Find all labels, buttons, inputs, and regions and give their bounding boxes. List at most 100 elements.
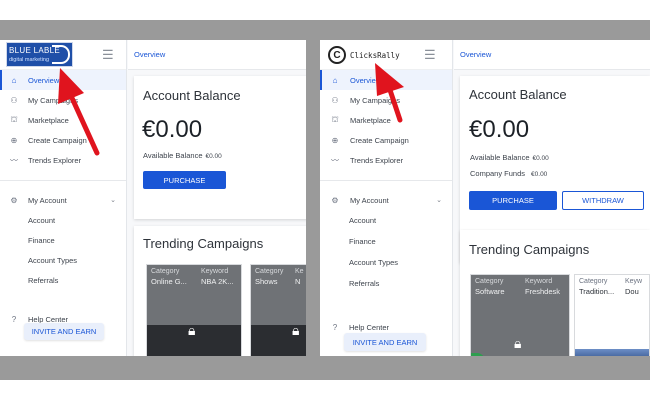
logo-mark-icon: [52, 45, 70, 64]
campaign-header: Category Keyw: [575, 275, 649, 285]
sidebar-item-my-account[interactable]: ⚙ My Account ⌄: [320, 190, 452, 210]
campaign-card[interactable]: Category Keyword Online G... NBA 2K... 🔒︎: [146, 264, 242, 356]
balance-amount: €0.00: [142, 116, 203, 143]
category-header: Category: [151, 268, 180, 275]
sidebar-subitem-account[interactable]: Account: [320, 210, 452, 231]
gear-icon: ⚙: [10, 195, 18, 205]
sidebar-item-label: Trends Explorer: [28, 155, 82, 165]
keyword-value: Freshdesk: [525, 287, 561, 296]
campaign-image: [575, 349, 649, 356]
sidebar-subitem-account[interactable]: Account: [0, 210, 126, 230]
card-title: Account Balance: [469, 87, 567, 102]
breadcrumb[interactable]: Overview: [454, 40, 650, 70]
sidebar-item-label: My Account: [350, 195, 389, 205]
card-title: Trending Campaigns: [469, 242, 590, 257]
breadcrumb[interactable]: Overview: [128, 40, 306, 70]
main-content: Overview Account Balance €0.00 Available…: [128, 40, 306, 356]
campaign-values: Online G... NBA 2K...: [147, 275, 241, 288]
trending-campaigns-card: Trending Campaigns Category Keyword Onlin…: [134, 226, 306, 356]
card-title: Trending Campaigns: [143, 236, 264, 251]
lock-icon: 🔒︎: [188, 322, 196, 338]
logo-mark-icon: C: [328, 46, 346, 64]
logo-bar: C ClicksRally ☰: [320, 40, 452, 70]
balance-amount: €0.00: [469, 116, 530, 143]
sidebar-subitem-referrals[interactable]: Referrals: [0, 270, 126, 290]
sidebar-item-my-campaigns[interactable]: ⚇ My Campaigns: [320, 90, 452, 110]
company-funds-label: Company Funds: [470, 169, 526, 178]
dashboard-panel-clicksrally: C ClicksRally ☰ ⌂ Overview ⚇ My Campaigns …: [320, 40, 650, 356]
sidebar-item-label: Marketplace: [350, 115, 391, 125]
sidebar-item-label: Trends Explorer: [350, 155, 404, 165]
invite-and-earn-button[interactable]: INVITE AND EARN: [344, 333, 426, 351]
invite-and-earn-button[interactable]: INVITE AND EARN: [24, 323, 104, 340]
sidebar-subitem-finance[interactable]: Finance: [320, 231, 452, 252]
purchase-button[interactable]: PURCHASE: [469, 191, 557, 210]
trend-icon: 〰: [10, 155, 18, 165]
sidebar-item-label: Create Campaign: [28, 135, 87, 145]
sidebar-subitem-referrals[interactable]: Referrals: [320, 273, 452, 294]
dashboard-panel-bluelable: BLUE LABLE digital marketing ☰ ⌂ Overview…: [0, 40, 306, 356]
available-balance-label: Available Balance: [470, 153, 530, 162]
sidebar-item-my-account[interactable]: ⚙ My Account ⌄: [0, 190, 126, 210]
keyword-value: N: [295, 277, 301, 286]
logo-wordmark: ClicksRally: [350, 50, 400, 60]
screenshot-stage: BLUE LABLE digital marketing ☰ ⌂ Overview…: [0, 0, 650, 400]
sidebar-item-label: My Account: [28, 195, 67, 205]
available-balance-label: Available Balance: [143, 151, 203, 160]
sidebar-item-marketplace[interactable]: ⛫ Marketplace: [0, 110, 126, 130]
sidebar-item-my-campaigns[interactable]: ⚇ My Campaigns: [0, 90, 126, 110]
lock-icon: 🔒︎: [514, 335, 522, 351]
main-content: Overview Account Balance €0.00 Available…: [454, 40, 650, 356]
sidebar-item-create-campaign[interactable]: ⊕ Create Campaign: [320, 130, 452, 150]
category-header: Category: [475, 278, 504, 285]
help-icon: ?: [11, 315, 17, 324]
sidebar-nav: ⌂ Overview ⚇ My Campaigns ⛫ Marketplace ⊕ Cr…: [0, 70, 126, 170]
sidebar: C ClicksRally ☰ ⌂ Overview ⚇ My Campaigns …: [320, 40, 453, 356]
keyword-header: Ke: [295, 268, 304, 275]
category-header: Category: [579, 278, 608, 285]
home-icon: ⌂: [332, 75, 338, 85]
hamburger-icon[interactable]: ☰: [424, 48, 436, 61]
sidebar-subitem-account-types[interactable]: Account Types: [0, 250, 126, 270]
plus-circle-icon: ⊕: [10, 135, 18, 145]
logo-tagline: digital marketing: [9, 57, 50, 63]
brand-logo[interactable]: BLUE LABLE digital marketing: [6, 42, 73, 67]
campaign-card[interactable]: Category Keyword Software Freshdesk 🔒︎: [470, 274, 570, 356]
store-icon: ⛫: [331, 115, 339, 124]
campaign-values: Tradition... Dou: [575, 285, 649, 298]
purchase-button[interactable]: PURCHASE: [143, 171, 226, 189]
gear-icon: ⚙: [331, 195, 339, 205]
help-center-link[interactable]: ? Help Center: [330, 323, 389, 332]
sidebar-item-trends-explorer[interactable]: 〰 Trends Explorer: [320, 150, 452, 170]
sidebar-item-overview[interactable]: ⌂ Overview: [0, 70, 126, 90]
sidebar-item-marketplace[interactable]: ⛫ Marketplace: [320, 110, 452, 130]
trending-campaigns-card: Trending Campaigns Category Keyword Softw…: [460, 230, 650, 356]
sidebar-item-overview[interactable]: ⌂ Overview: [320, 70, 452, 90]
keyword-header: Keyword: [201, 268, 229, 275]
sidebar-subitem-finance[interactable]: Finance: [0, 230, 126, 250]
campaign-values: Shows N: [251, 275, 306, 288]
brand-logo[interactable]: C ClicksRally: [328, 43, 400, 67]
category-header: Category: [255, 268, 284, 275]
sidebar-subitem-account-types[interactable]: Account Types: [320, 252, 452, 273]
hamburger-icon[interactable]: ☰: [102, 48, 114, 61]
withdraw-button[interactable]: WITHDRAW: [562, 191, 644, 210]
campaign-header: Category Keyword: [471, 275, 569, 285]
available-balance-value: €0.00: [532, 155, 549, 162]
sidebar-item-label: My Campaigns: [350, 95, 401, 105]
sidebar-item-trends-explorer[interactable]: 〰 Trends Explorer: [0, 150, 126, 170]
category-value: Online G...: [151, 277, 187, 286]
sidebar: BLUE LABLE digital marketing ☰ ⌂ Overview…: [0, 40, 127, 356]
help-center-label: Help Center: [349, 323, 390, 332]
campaign-card[interactable]: Category Ke Shows N 🔒︎: [250, 264, 306, 356]
card-title: Account Balance: [143, 88, 241, 103]
available-balance: Available Balance €0.00: [470, 153, 549, 162]
keyword-value: NBA 2K...: [201, 277, 234, 286]
account-balance-card: Account Balance €0.00 Available Balance €…: [134, 76, 306, 219]
keyword-value: Dou: [625, 287, 639, 296]
campaign-card[interactable]: Category Keyw Tradition... Dou: [574, 274, 650, 356]
available-balance-value: €0.00: [205, 153, 222, 160]
campaign-header: Category Keyword: [147, 265, 241, 275]
nav-divider: [0, 180, 126, 181]
sidebar-item-create-campaign[interactable]: ⊕ Create Campaign: [0, 130, 126, 150]
